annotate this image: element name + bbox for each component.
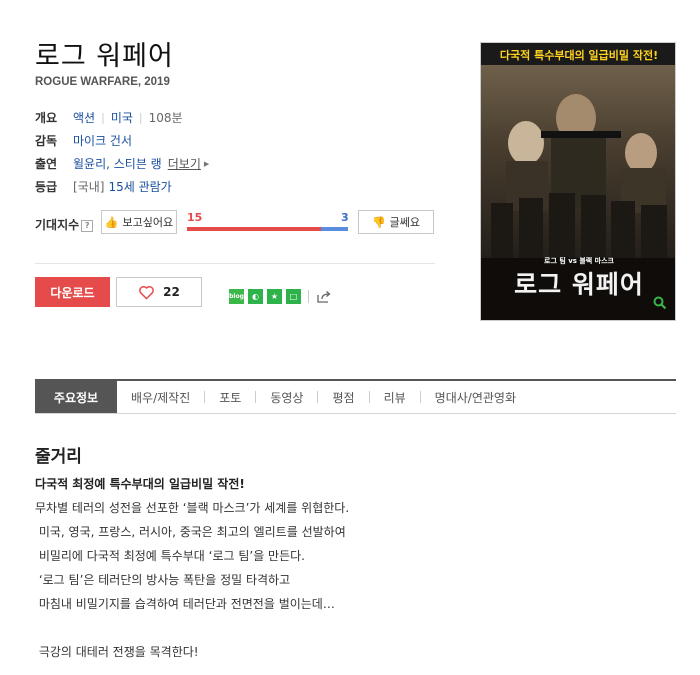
synopsis-headline: 다국적 최정예 특수부대의 일급비밀 작전! xyxy=(35,477,245,491)
band-share-icon[interactable]: ◐ xyxy=(248,289,263,304)
expectation-label: 기대지수? xyxy=(35,216,94,233)
meh-button[interactable]: 👎 글쎄요 xyxy=(358,210,434,234)
meh-bar xyxy=(321,227,348,231)
tab-ratings[interactable]: 평점 xyxy=(318,381,368,413)
overview-label: 개요 xyxy=(35,111,58,125)
want-to-see-label: 보고싶어요 xyxy=(122,216,174,229)
want-to-see-button[interactable]: 👍 보고싶어요 xyxy=(101,210,177,234)
cast-row: 출연 윌윤리, 스티븐 랭 더보기 ▶ xyxy=(35,155,209,172)
synopsis-heading: 줄거리 xyxy=(35,447,82,467)
thumbs-down-icon: 👎 xyxy=(371,215,386,229)
share-icons: blog ◐ ★ □ xyxy=(229,289,332,304)
rating-row: 등급 [국내] 15세 관람가 xyxy=(35,178,172,195)
rating-label: 등급 xyxy=(35,180,58,194)
share-icon[interactable] xyxy=(316,290,332,304)
divider xyxy=(35,263,435,264)
want-count: 15 xyxy=(187,211,203,224)
divider xyxy=(308,290,309,303)
poster-tagline: 다국적 특수부대의 일급비밀 작전! xyxy=(499,49,659,62)
tab-photos[interactable]: 포토 xyxy=(205,381,255,413)
meh-label: 글쎄요 xyxy=(389,216,421,229)
heart-icon xyxy=(139,285,155,299)
movie-title: 로그 워페어 xyxy=(35,41,174,72)
poster-logo: 로그 워페어 xyxy=(514,270,644,299)
want-bar xyxy=(187,227,321,231)
help-icon[interactable]: ? xyxy=(81,220,94,232)
tab-videos[interactable]: 동영상 xyxy=(256,381,317,413)
thumbs-up-icon: 👍 xyxy=(104,215,119,229)
cafe-share-icon[interactable]: □ xyxy=(286,289,301,304)
director-label: 감독 xyxy=(35,134,58,148)
rating-region: [국내] xyxy=(73,180,105,194)
movie-poster[interactable]: 다국적 특수부대의 일급비밀 작전! 로그 팀 vs 블랙 마스크 로그 워페어 xyxy=(480,42,676,321)
expectation-label-text: 기대지수 xyxy=(35,218,80,232)
rating-link[interactable]: 15세 관람가 xyxy=(108,178,171,195)
synopsis-line: 마침내 비밀기지를 습격하여 테러단과 전면전을 벌이는데… xyxy=(35,597,335,611)
genre-link[interactable]: 액션 xyxy=(73,109,95,126)
movie-english-title-year: ROGUE WARFARE, 2019 xyxy=(35,76,170,88)
cast-link[interactable]: 윌윤리, 스티븐 랭 xyxy=(73,155,162,172)
country-link[interactable]: 미국 xyxy=(111,109,133,126)
meh-count: 3 xyxy=(341,211,349,224)
chevron-right-icon: ▶ xyxy=(203,159,210,168)
separator: | xyxy=(138,111,143,124)
download-button[interactable]: 다운로드 xyxy=(35,277,110,307)
runtime: 108분 xyxy=(148,111,183,125)
blog-share-icon[interactable]: blog xyxy=(229,289,244,304)
like-count: 22 xyxy=(163,285,180,299)
synopsis-line: ‘로그 팀’은 테러단의 방사능 폭탄을 정밀 타격하고 xyxy=(35,573,291,587)
detail-tabs: 주요정보 배우/제작진 포토 동영상 평점 리뷰 명대사/연관영화 xyxy=(35,379,676,414)
synopsis-line: 비밀리에 다국적 최정예 특수부대 ‘로그 팀’을 만든다. xyxy=(35,549,305,563)
magnify-icon[interactable] xyxy=(653,295,667,314)
separator: | xyxy=(101,111,105,124)
tab-main-info[interactable]: 주요정보 xyxy=(35,381,117,413)
synopsis-line: 극강의 대테러 전쟁을 목격한다! xyxy=(35,645,199,659)
synopsis-line: 무차별 테러의 성전을 선포한 ‘블랙 마스크’가 세계를 위협한다. xyxy=(35,501,350,515)
director-row: 감독 마이크 건서 xyxy=(35,132,132,149)
like-button[interactable]: 22 xyxy=(116,277,202,307)
cast-more-link[interactable]: 더보기 xyxy=(168,155,201,172)
director-link[interactable]: 마이크 건서 xyxy=(73,132,132,149)
cast-label: 출연 xyxy=(35,157,58,171)
overview-row: 개요 액션 | 미국 | 108분 xyxy=(35,109,183,126)
star-share-icon[interactable]: ★ xyxy=(267,289,282,304)
tab-reviews[interactable]: 리뷰 xyxy=(370,381,420,413)
tab-cast-crew[interactable]: 배우/제작진 xyxy=(117,381,204,413)
tab-quotes-related[interactable]: 명대사/연관영화 xyxy=(421,381,530,413)
synopsis-line: 미국, 영국, 프랑스, 러시아, 중국은 최고의 엘리트를 선발하여 xyxy=(35,525,346,539)
